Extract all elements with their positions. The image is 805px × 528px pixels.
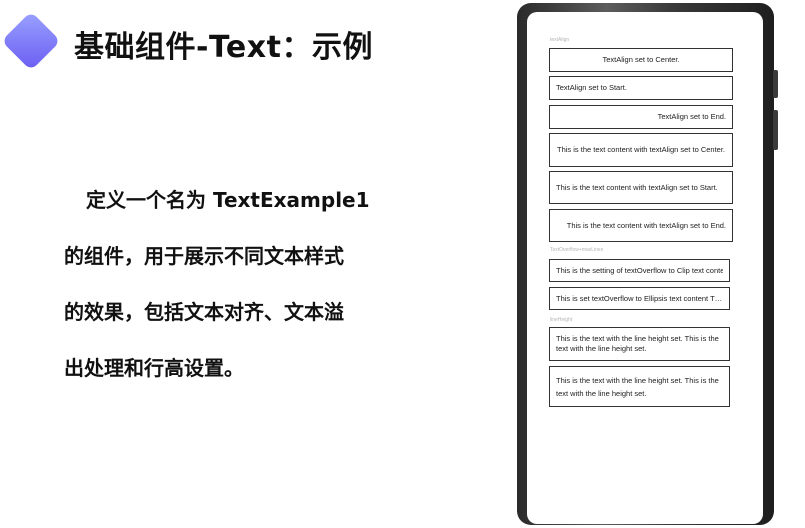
volume-button bbox=[773, 70, 778, 98]
text-item: This is the text with the line height se… bbox=[556, 375, 719, 398]
line-height-box-large: This is the text with the line height se… bbox=[549, 366, 730, 407]
long-text-end-box: This is the text content with textAlign … bbox=[549, 209, 733, 242]
phone-screen: textAlign TextAlign set to Center. TextA… bbox=[527, 12, 763, 524]
text-align-end-box: TextAlign set to End. bbox=[549, 105, 733, 129]
text-item: This is the text with the line height se… bbox=[556, 334, 719, 353]
text-item: This is set textOverflow to Ellipsis tex… bbox=[556, 293, 723, 303]
description-line: 的组件，用于展示不同文本样式 bbox=[64, 244, 344, 268]
text-item: This is the text content with textAlign … bbox=[557, 145, 725, 154]
line-height-box: This is the text with the line height se… bbox=[549, 327, 730, 361]
power-button bbox=[773, 110, 778, 150]
text-item: TextAlign set to Center. bbox=[602, 55, 680, 64]
text-item: TextAlign set to Start. bbox=[556, 83, 627, 92]
overflow-ellipsis-box: This is set textOverflow to Ellipsis tex… bbox=[549, 287, 730, 310]
description-line: 定义一个名为 TextExample1 bbox=[86, 188, 370, 212]
text-item: This is the setting of textOverflow to C… bbox=[556, 265, 723, 275]
text-align-center-box: TextAlign set to Center. bbox=[549, 48, 733, 72]
long-text-start-box: This is the text content with textAlign … bbox=[549, 171, 733, 204]
text-item: This is the text content with textAlign … bbox=[556, 182, 718, 192]
text-align-start-box: TextAlign set to Start. bbox=[549, 76, 733, 100]
overflow-clip-box: This is the setting of textOverflow to C… bbox=[549, 259, 730, 282]
text-item: TextAlign set to End. bbox=[657, 112, 726, 121]
description: 定义一个名为 TextExample1 的组件，用于展示不同文本样式 的效果，包… bbox=[64, 172, 436, 396]
slide-title: 基础组件-Text：示例 bbox=[74, 30, 373, 65]
section-label-overflow: TextOverflow+maxLines bbox=[550, 247, 604, 253]
section-label-lineheight: lineHeight bbox=[550, 317, 573, 323]
description-line: 的效果，包括文本对齐、文本溢 bbox=[64, 300, 344, 324]
text-item: This is the text content with textAlign … bbox=[566, 220, 726, 230]
long-text-center-box: This is the text content with textAlign … bbox=[549, 133, 733, 167]
description-line: 出处理和行高设置。 bbox=[64, 356, 244, 380]
section-label-textalign: textAlign bbox=[550, 37, 570, 43]
diamond-icon bbox=[1, 11, 61, 71]
